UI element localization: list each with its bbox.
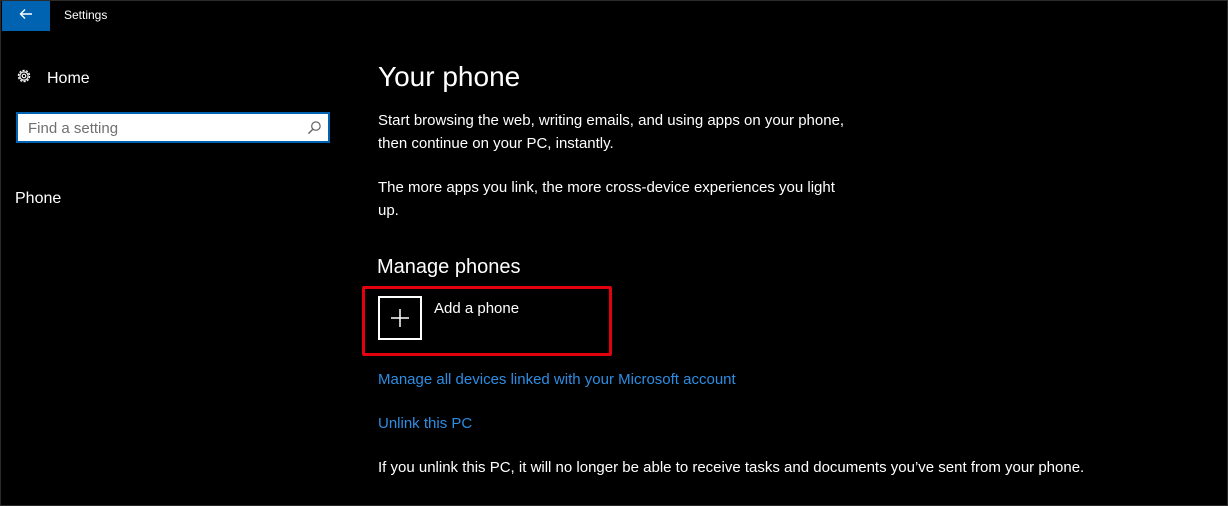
add-phone-label: Add a phone bbox=[434, 300, 520, 317]
description-paragraph-2: The more apps you link, the more cross-d… bbox=[378, 179, 835, 219]
app-title: Settings bbox=[64, 8, 108, 22]
back-arrow-icon bbox=[18, 6, 34, 27]
settings-window: Settings Home Phone Your phone Start bro… bbox=[0, 0, 1228, 506]
unlink-note: If you unlink this PC, it will no longer… bbox=[378, 459, 1085, 476]
add-phone-button[interactable]: Add a phone bbox=[378, 296, 519, 340]
title-bar: Settings bbox=[1, 1, 1227, 31]
unlink-pc-link[interactable]: Unlink this PC bbox=[378, 415, 472, 432]
section-title-manage-phones: Manage phones bbox=[377, 256, 521, 278]
sidebar-item-phone[interactable]: Phone bbox=[15, 190, 61, 208]
plus-icon bbox=[378, 296, 422, 340]
home-label: Home bbox=[47, 69, 90, 87]
back-button[interactable] bbox=[2, 1, 50, 31]
page-title: Your phone bbox=[378, 61, 521, 92]
gear-icon bbox=[15, 67, 33, 90]
manage-devices-link[interactable]: Manage all devices linked with your Micr… bbox=[378, 371, 736, 388]
search-input[interactable] bbox=[28, 118, 298, 138]
home-nav-item[interactable]: Home bbox=[15, 67, 90, 90]
description-paragraph-1: Start browsing the web, writing emails, … bbox=[378, 112, 845, 152]
search-box[interactable] bbox=[16, 112, 330, 143]
search-icon[interactable] bbox=[307, 120, 322, 135]
